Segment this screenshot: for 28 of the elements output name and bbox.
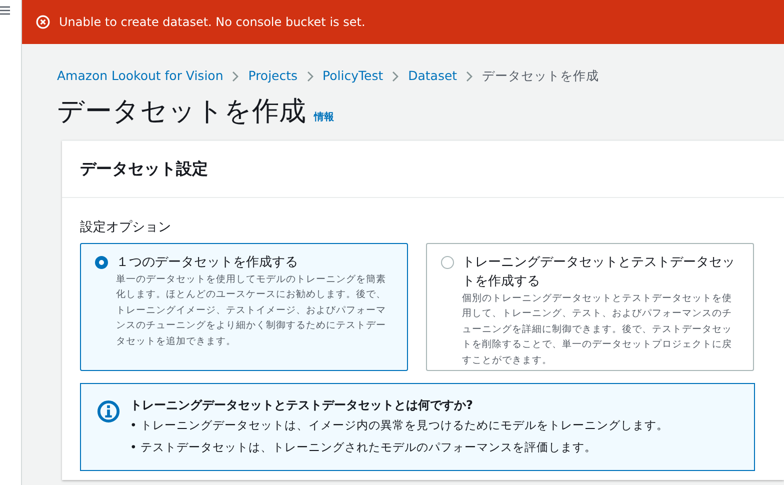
error-icon xyxy=(36,15,50,29)
option-description: 単一のデータセットを使用してモデルのトレーニングを簡素化します。ほとんどのユースケースにお勧めします。後で、トレーニングイメージ、テストイメージ、およびパフォーマンスのチューニングをより細かく制御するためにテストデータセットを追加できます。 xyxy=(116,272,387,349)
info-link[interactable]: 情報 xyxy=(314,110,334,125)
option-tile[interactable]: １つのデータセットを作成する 単一のデータセットを使用してモデルのトレーニングを簡素化します。ほとんどのユースケースにお勧めします。後で、トレーニングイメージ、テストイメージ、およびパフォーマンスのチューニングをより細かく制御するためにテストデータセットを追加できます。 xyxy=(80,242,408,371)
option-title: トレーニングデータセットとテストデータセットを作成する xyxy=(462,254,736,291)
chevron-icon xyxy=(306,70,314,82)
option-title: １つのデータセットを作成する xyxy=(116,254,299,272)
radio-button[interactable] xyxy=(441,256,454,269)
breadcrumb-link[interactable]: PolicyTest xyxy=(322,67,384,86)
breadcrumb-link[interactable]: Dataset xyxy=(408,67,458,86)
error-message: Unable to create dataset. No console bucket is set. xyxy=(59,14,366,31)
field-label: 設定オプション xyxy=(80,219,172,238)
info-item: • トレーニングデータセットは、イメージ内の異常を見つけるためにモデルをトレーニングします。 xyxy=(130,416,668,434)
radio-button[interactable] xyxy=(95,256,108,269)
info-icon xyxy=(97,400,120,423)
breadcrumb-current: データセットを作成 xyxy=(482,67,600,85)
info-item: • テストデータセットは、トレーニングされたモデルのパフォーマンスを評価します。 xyxy=(130,438,598,456)
info-title: トレーニングデータセットとテストデータセットとは何ですか? xyxy=(130,396,474,414)
option-description: 個別のトレーニングデータセットとテストデータセットを使用して、トレーニング、テスト、およびパフォーマンスのチューニングを詳細に制御できます。後で、テストデータセットを削除することで、単一のデータセットプロジェクトに戻すことができます。 xyxy=(462,292,733,368)
chevron-icon xyxy=(392,70,400,82)
page-title: データセットを作成 xyxy=(57,96,306,128)
option-tile[interactable]: トレーニングデータセットとテストデータセットを作成する 個別のトレーニングデータセットとテストデータセットを使用して、トレーニング、テスト、およびパフォーマンスのチューニングを詳細に制御できます。後で、テストデータセットを削除することで、単一のデータセットプロジェクトに戻すことができます。 xyxy=(426,242,754,371)
chevron-icon xyxy=(232,70,240,82)
menu-icon[interactable] xyxy=(0,6,10,15)
card-title: データセット設定 xyxy=(62,141,784,198)
chevron-icon xyxy=(466,70,474,82)
breadcrumb-link[interactable]: Amazon Lookout for Vision xyxy=(57,67,224,86)
breadcrumb-link[interactable]: Projects xyxy=(248,67,298,86)
